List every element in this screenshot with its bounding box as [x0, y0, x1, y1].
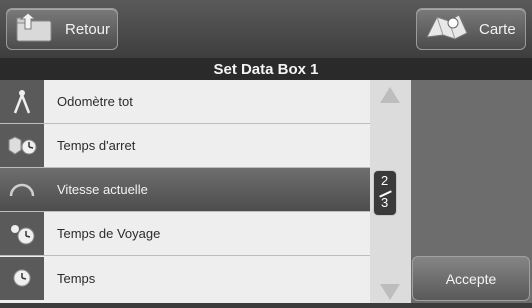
map-icon: [423, 11, 471, 47]
page-current: 2: [381, 173, 389, 188]
list-item-label: Temps de Voyage: [57, 226, 161, 241]
scroll-down-icon: [380, 284, 400, 300]
map-label: Carte: [479, 20, 516, 38]
travel-time-icon: [0, 212, 44, 255]
list-item-stop-time[interactable]: Temps d'arret: [0, 124, 370, 168]
page-total: 3: [381, 195, 389, 210]
list-item-time[interactable]: Temps: [0, 256, 370, 300]
page-indicator: 2 3: [373, 170, 397, 216]
list-item-label: Temps: [57, 270, 96, 286]
accept-button[interactable]: Accepte: [412, 256, 530, 301]
stop-clock-icon: [0, 124, 44, 167]
clock-icon: [0, 256, 44, 300]
page-title: Set Data Box 1: [0, 58, 532, 80]
list-item-travel-time[interactable]: Temps de Voyage: [0, 212, 370, 256]
scroll-up-icon: [380, 87, 400, 103]
back-button[interactable]: Retour: [6, 8, 118, 50]
back-label: Retour: [65, 20, 111, 38]
list-item-current-speed[interactable]: Vitesse actuelle: [0, 168, 370, 212]
map-button[interactable]: Carte: [416, 8, 526, 50]
compass-icon: [0, 80, 44, 123]
data-list: Odomètre tot Temps d'arret Vitesse actue…: [0, 80, 370, 303]
list-item-label: Temps d'arret: [57, 138, 136, 153]
speedometer-icon: [0, 168, 44, 211]
folder-up-icon: [13, 11, 55, 47]
list-item-label: Odomètre tot: [57, 94, 133, 109]
top-bar: Retour Carte: [0, 0, 532, 58]
list-item-label: Vitesse actuelle: [57, 182, 148, 197]
list-item-odometer[interactable]: Odomètre tot: [0, 80, 370, 124]
